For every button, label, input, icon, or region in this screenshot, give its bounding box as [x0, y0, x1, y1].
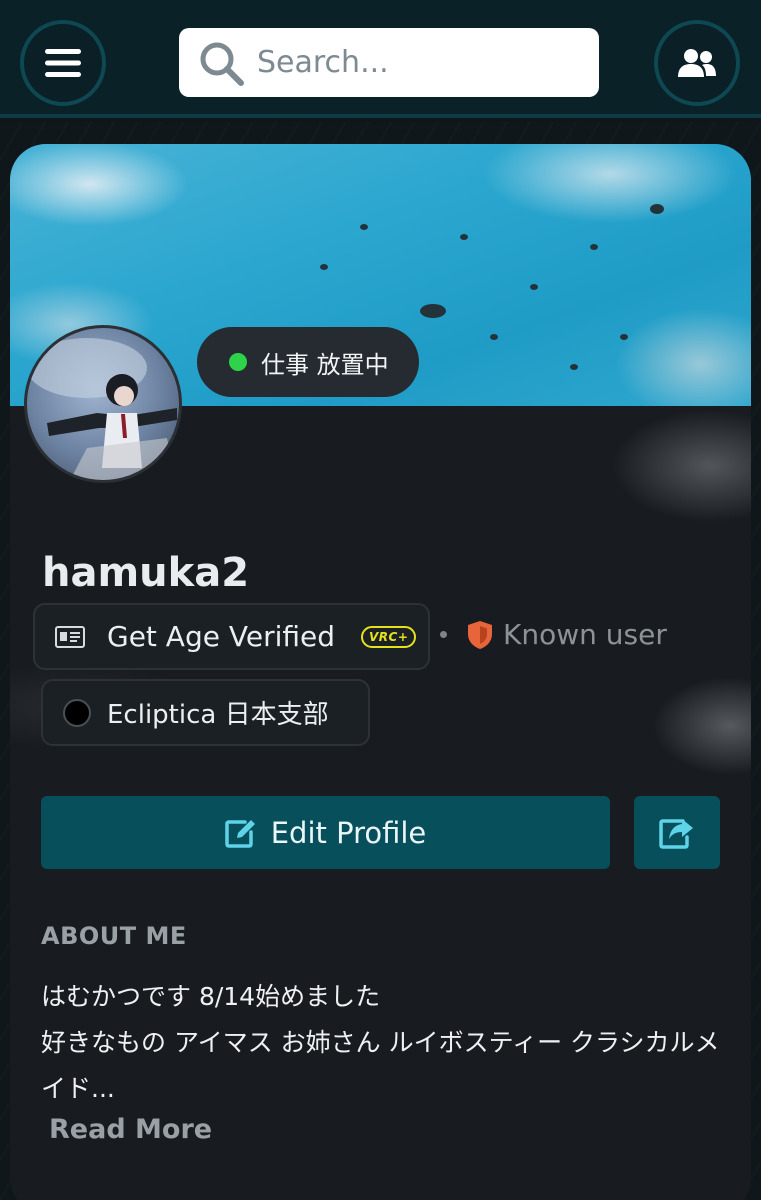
- id-card-icon: [55, 625, 85, 648]
- vrc-plus-badge: VRC+: [361, 625, 417, 648]
- search-placeholder: Search...: [257, 45, 389, 80]
- edit-icon: [224, 819, 255, 848]
- menu-button[interactable]: [20, 20, 106, 106]
- friends-button[interactable]: [654, 20, 740, 106]
- hamburger-icon: [45, 49, 81, 77]
- read-more-link[interactable]: Read More: [49, 1114, 212, 1145]
- status-pill: 仕事 放置中: [197, 327, 419, 397]
- shield-icon: [468, 620, 492, 649]
- age-verify-chip[interactable]: Get Age Verified VRC+: [33, 603, 430, 670]
- share-button[interactable]: [634, 796, 720, 869]
- age-verify-label: Get Age Verified: [107, 620, 335, 653]
- profile-card: 仕事 放置中 hamuka2 Get Age Verified VRC+ Kno…: [10, 144, 751, 1200]
- about-text: はむかつです 8/14始めました 好きなもの アイマス お姉さん ルイボスティー…: [41, 982, 720, 1103]
- top-bar: Search...: [0, 0, 761, 118]
- trust-label: Known user: [503, 618, 667, 651]
- search-input[interactable]: Search...: [179, 28, 599, 97]
- about-heading: ABOUT ME: [41, 922, 187, 950]
- status-online-dot: [229, 353, 247, 371]
- separator-dot: [440, 631, 447, 638]
- users-icon: [678, 49, 716, 77]
- group-icon: [63, 698, 91, 727]
- share-icon: [659, 818, 693, 849]
- group-name: Ecliptica 日本支部: [107, 700, 329, 730]
- search-icon: [200, 42, 244, 86]
- avatar-figure: [27, 338, 177, 480]
- avatar[interactable]: [24, 325, 182, 483]
- trust-rank: Known user: [440, 618, 667, 651]
- username: hamuka2: [42, 550, 250, 596]
- edit-profile-label: Edit Profile: [270, 815, 427, 850]
- status-text: 仕事 放置中: [261, 350, 389, 379]
- group-chip[interactable]: Ecliptica 日本支部: [41, 679, 370, 746]
- edit-profile-button[interactable]: Edit Profile: [41, 796, 610, 869]
